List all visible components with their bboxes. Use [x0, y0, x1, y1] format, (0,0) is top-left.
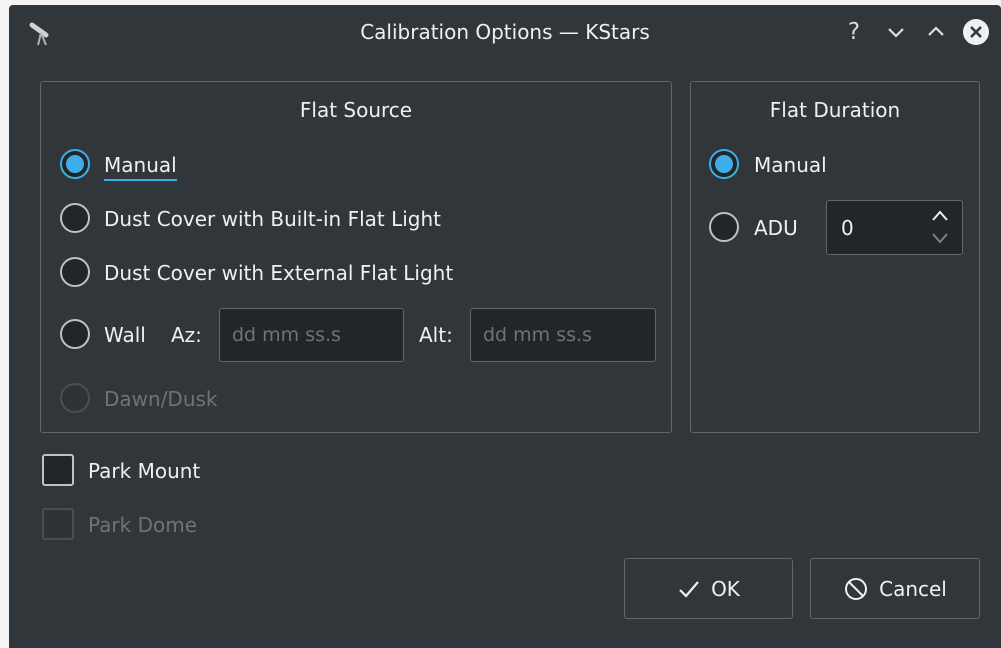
park-mount-label[interactable]: Park Mount — [88, 459, 200, 483]
flat-source-group: Flat Source — [40, 81, 672, 433]
dust-cover-external-label[interactable]: Dust Cover with External Flat Light — [104, 261, 453, 285]
flat-duration-group: Flat Duration — [690, 81, 980, 433]
ok-label: OK — [711, 576, 740, 601]
dust-cover-builtin-radio[interactable] — [60, 203, 90, 233]
park-dome-checkbox — [42, 508, 74, 540]
flat-duration-manual-label[interactable]: Manual — [754, 153, 827, 177]
flat-source-manual-radio[interactable] — [60, 149, 90, 179]
ok-button[interactable]: OK — [624, 558, 793, 619]
dust-cover-external-radio[interactable] — [60, 257, 90, 287]
checkmark-icon — [679, 580, 699, 598]
spin-down-icon[interactable] — [929, 229, 951, 247]
dawn-dusk-label: Dawn/Dusk — [104, 387, 218, 411]
calibration-options-window: Calibration Options — KStars ? Flat Sour… — [9, 5, 1001, 648]
alt-input[interactable] — [470, 308, 656, 362]
az-input[interactable] — [219, 308, 404, 362]
adu-value[interactable]: 0 — [841, 216, 854, 240]
cancel-icon — [845, 577, 868, 600]
flat-source-title: Flat Source — [299, 98, 413, 122]
help-button[interactable]: ? — [840, 18, 868, 46]
flat-duration-manual-radio[interactable] — [709, 149, 739, 179]
chevron-up-icon — [928, 26, 944, 36]
cancel-label: Cancel — [879, 576, 947, 601]
adu-spinbox[interactable]: 0 — [826, 200, 963, 255]
chevron-down-icon — [888, 28, 904, 38]
az-label: Az: — [171, 323, 202, 347]
dawn-dusk-radio — [60, 383, 90, 413]
close-button[interactable] — [961, 17, 991, 47]
dust-cover-builtin-label[interactable]: Dust Cover with Built-in Flat Light — [104, 207, 441, 231]
close-icon — [963, 19, 989, 45]
spin-up-icon[interactable] — [929, 207, 951, 225]
wall-radio[interactable] — [60, 319, 90, 349]
flat-source-manual-label[interactable]: Manual — [104, 153, 177, 181]
wall-label[interactable]: Wall — [104, 323, 146, 347]
adu-label[interactable]: ADU — [754, 216, 798, 240]
cancel-button[interactable]: Cancel — [810, 558, 980, 619]
park-dome-label: Park Dome — [88, 513, 198, 537]
title-bar[interactable]: Calibration Options — KStars ? — [9, 5, 1001, 61]
alt-label: Alt: — [419, 323, 453, 347]
adu-radio[interactable] — [709, 212, 739, 242]
park-mount-checkbox[interactable] — [42, 454, 74, 486]
maximize-button[interactable] — [922, 18, 950, 46]
minimize-button[interactable] — [882, 18, 910, 46]
flat-duration-title: Flat Duration — [769, 98, 901, 122]
